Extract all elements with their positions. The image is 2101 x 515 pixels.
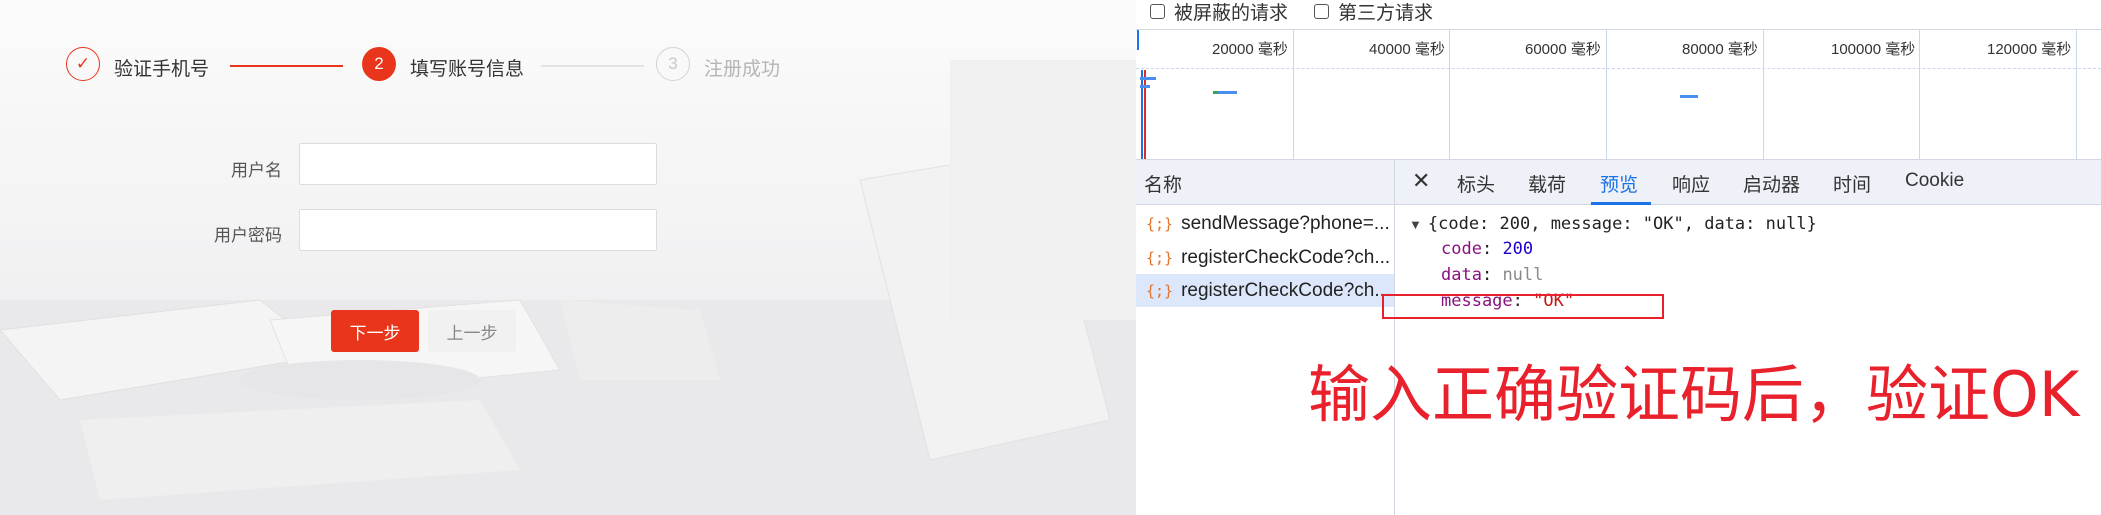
blocked-requests-label: 被屏蔽的请求 <box>1174 2 1289 24</box>
tab-initiator[interactable]: 启动器 <box>1743 170 1800 197</box>
json-field-code: code: 200 <box>1441 239 1534 259</box>
third-party-checkbox[interactable] <box>1314 3 1330 19</box>
xhr-icon: {;} <box>1146 248 1174 267</box>
timeline-load-marker <box>1144 70 1146 160</box>
registration-page: ✓ 验证手机号 2 填写账号信息 3 注册成功 用户名 用户密码 下一步 上一步 <box>0 0 1136 515</box>
annotation-text: 输入正确验证码后，验证OK <box>1308 358 2080 431</box>
request-name: sendMessage?phone=... <box>1181 212 1390 234</box>
name-column-header[interactable]: 名称 <box>1144 170 1182 197</box>
timeline-request-bar <box>1215 91 1237 94</box>
xhr-icon: {;} <box>1146 281 1174 300</box>
step-3-number: 3 <box>656 47 690 81</box>
timeline-gridline <box>1606 30 1607 160</box>
prev-step-button[interactable]: 上一步 <box>428 310 516 352</box>
tab-cookies[interactable]: Cookie <box>1905 170 1964 192</box>
blocked-requests-checkbox[interactable] <box>1150 3 1165 19</box>
timeline-request-bar <box>1680 95 1698 98</box>
request-row[interactable]: {;} sendMessage?phone=... <box>1136 207 1394 240</box>
step-connector-1 <box>230 65 343 67</box>
timeline-request-bar <box>1213 91 1218 94</box>
timeline-tick: 120000 毫秒 <box>1987 41 2072 58</box>
request-name: registerCheckCode?ch... <box>1181 246 1391 268</box>
timeline-request-bar <box>1140 77 1156 80</box>
timeline-divider <box>1136 68 2101 69</box>
timeline-start-marker <box>1137 30 1139 50</box>
request-row-selected[interactable]: {;} registerCheckCode?ch... <box>1136 274 1394 307</box>
password-label: 用户密码 <box>214 226 282 245</box>
xhr-icon: {;} <box>1146 214 1174 233</box>
timeline-tick: 100000 毫秒 <box>1831 41 1916 58</box>
step-1-label: 验证手机号 <box>114 59 210 80</box>
devtools-network-panel: 被屏蔽的请求 第三方请求 20000 毫秒 40000 毫秒 60000 毫秒 … <box>1136 0 2101 515</box>
password-input[interactable] <box>299 209 657 251</box>
step-3-label: 注册成功 <box>704 59 781 80</box>
json-field-data: data: null <box>1441 265 1544 285</box>
json-summary: {code: 200, message: "OK", data: null} <box>1427 214 1817 234</box>
close-icon[interactable]: ✕ <box>1412 168 1430 194</box>
filter-row: 被屏蔽的请求 第三方请求 <box>1150 0 1434 24</box>
tab-preview[interactable]: 预览 <box>1600 170 1638 197</box>
timeline-tick: 40000 毫秒 <box>1369 41 1445 58</box>
timeline-gridline <box>1449 30 1450 160</box>
tab-response[interactable]: 响应 <box>1672 170 1710 197</box>
timeline-tick: 20000 毫秒 <box>1212 41 1288 58</box>
step-1-check-icon: ✓ <box>66 47 100 81</box>
request-name: registerCheckCode?ch... <box>1181 279 1391 301</box>
expand-triangle-icon[interactable]: ▼ <box>1409 217 1422 232</box>
username-input[interactable] <box>299 143 657 185</box>
step-connector-2 <box>541 65 644 67</box>
timeline-gridline <box>1293 30 1294 160</box>
timeline-tick: 60000 毫秒 <box>1525 41 1601 58</box>
request-row[interactable]: {;} registerCheckCode?ch... <box>1136 241 1394 274</box>
timeline-gridline <box>2076 30 2077 160</box>
json-key: data <box>1441 265 1482 285</box>
timeline-gridline <box>1763 30 1764 160</box>
timeline-domcontent-marker <box>1141 70 1143 160</box>
tab-headers[interactable]: 标头 <box>1457 170 1495 197</box>
column-divider <box>1394 160 1395 206</box>
highlight-box <box>1382 294 1664 319</box>
tab-payload[interactable]: 载荷 <box>1528 170 1566 197</box>
network-timeline-overview[interactable]: 20000 毫秒 40000 毫秒 60000 毫秒 80000 毫秒 1000… <box>1136 29 2101 160</box>
request-details-header: 名称 ✕ 标头 载荷 预览 响应 启动器 时间 Cookie <box>1136 159 2101 206</box>
timeline-request-bar <box>1140 85 1150 88</box>
timeline-tick: 80000 毫秒 <box>1682 41 1758 58</box>
next-step-button[interactable]: 下一步 <box>331 310 419 352</box>
json-key: code <box>1441 239 1482 259</box>
timeline-gridline <box>1919 30 1920 160</box>
json-root-row[interactable]: ▼ {code: 200, message: "OK", data: null} <box>1409 214 1817 234</box>
json-value: 200 <box>1502 239 1534 259</box>
step-2-number: 2 <box>362 47 396 81</box>
json-value: null <box>1502 265 1544 285</box>
username-label: 用户名 <box>231 161 282 180</box>
third-party-label: 第三方请求 <box>1338 2 1434 24</box>
tab-timing[interactable]: 时间 <box>1833 170 1871 197</box>
step-2-label: 填写账号信息 <box>410 59 525 80</box>
